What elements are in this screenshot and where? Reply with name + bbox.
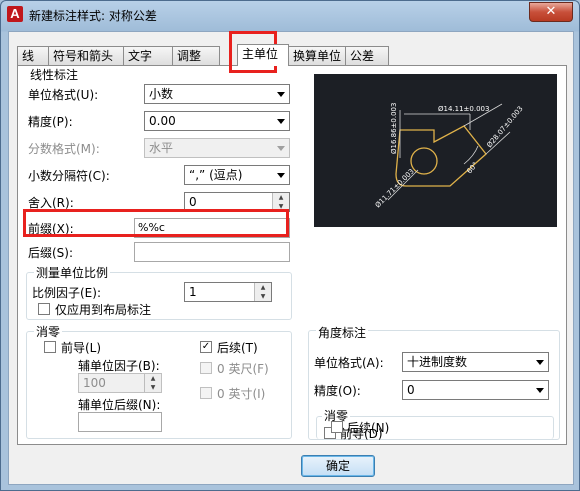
fraction-format-select[interactable]: 水平 [144, 138, 290, 158]
angle-trailing-label: 后续(N) [347, 421, 390, 435]
title-bar[interactable]: A 新建标注样式: 对称公差 ✕ [1, 1, 579, 31]
tab-symbols-arrows[interactable]: 符号和箭头 [48, 46, 124, 65]
tab-fit[interactable]: 调整 [172, 46, 220, 65]
angle-unit-format-select[interactable]: 十进制度数 [402, 352, 549, 372]
dim-radius-label: Ø11.71±0.003 [374, 167, 416, 209]
zero-suppression-group-label: 消零 [34, 323, 63, 340]
zero-inches-checkbox[interactable] [200, 387, 212, 399]
sub-unit-factor-label: 辅单位因子(B): [78, 359, 160, 373]
ok-button[interactable]: 确定 [301, 455, 375, 477]
close-button[interactable]: ✕ [529, 2, 573, 22]
scale-factor-spinner[interactable]: 1 ▲ ▼ [184, 282, 272, 302]
round-off-label: 舍入(R): [28, 196, 74, 210]
dim-right-label: Ø28.07±0.003 [485, 105, 524, 150]
precision-select[interactable]: 0.00 [144, 111, 290, 131]
chevron-down-icon [277, 92, 285, 97]
decimal-separator-label: 小数分隔符(C): [28, 169, 110, 183]
dialog-window: A 新建标注样式: 对称公差 ✕ 线 符号和箭头 文字 调整 主单位 换算单位 … [0, 0, 580, 491]
zero-inches-label: 0 英寸(I) [217, 387, 266, 401]
angular-group-label: 角度标注 [316, 324, 369, 341]
tab-tolerances[interactable]: 公差 [345, 46, 389, 65]
leading-zero-label: 前导(L) [61, 341, 102, 355]
linear-group-label: 线性标注 [28, 66, 81, 83]
part-hole [410, 147, 438, 175]
suffix-input[interactable] [134, 242, 290, 262]
chevron-down-icon [536, 360, 544, 365]
tab-text[interactable]: 文字 [123, 46, 173, 65]
tab-alternate-units[interactable]: 换算单位 [288, 46, 346, 65]
round-off-spinner[interactable]: 0 ▲ ▼ [184, 192, 290, 212]
chevron-down-icon [277, 119, 285, 124]
zero-feet-checkbox[interactable] [200, 362, 212, 374]
chevron-down-icon [277, 146, 285, 151]
autocad-logo-icon: A [7, 6, 23, 22]
spinner-buttons[interactable]: ▲ ▼ [144, 374, 161, 392]
trailing-zero-label: 后续(T) [217, 341, 258, 355]
scale-group-label: 测量单位比例 [34, 264, 111, 281]
suffix-label: 后缀(S): [28, 246, 74, 260]
angle-precision-select[interactable]: 0 [402, 380, 549, 400]
layout-only-label: 仅应用到布局标注 [55, 303, 152, 317]
precision-label: 精度(P): [28, 115, 73, 129]
preview-drawing: Ø14.11±0.003 Ø16.86±0.003 Ø28.07±0.003 6… [374, 103, 525, 210]
sub-unit-suffix-label: 辅单位后缀(N): [78, 398, 161, 412]
unit-format-label: 单位格式(U): [28, 88, 99, 102]
trailing-zero-checkbox[interactable]: ✓ [200, 341, 212, 353]
window-title: 新建标注样式: 对称公差 [29, 9, 157, 23]
leading-zero-checkbox[interactable] [44, 341, 56, 353]
prefix-input[interactable]: %%c [134, 218, 290, 238]
angle-unit-format-label: 单位格式(A): [314, 356, 384, 370]
layout-only-checkbox[interactable] [38, 303, 50, 315]
sub-unit-factor-spinner[interactable]: 100 ▲ ▼ [78, 373, 162, 393]
spinner-buttons[interactable]: ▲ ▼ [272, 193, 289, 211]
zero-feet-label: 0 英尺(F) [217, 362, 269, 376]
angle-precision-label: 精度(O): [314, 384, 361, 398]
dim-top-label: Ø14.11±0.003 [438, 105, 489, 113]
dim-angle-label: 60° [465, 161, 479, 176]
tab-lines[interactable]: 线 [17, 46, 49, 65]
prefix-label: 前缀(X): [28, 222, 74, 236]
dialog-client: 线 符号和箭头 文字 调整 主单位 换算单位 公差 线性标注 单位格式(U): … [8, 31, 574, 485]
unit-format-select[interactable]: 小数 [144, 84, 290, 104]
spinner-buttons[interactable]: ▲ ▼ [254, 283, 271, 301]
tab-panel-primary-units: 线性标注 单位格式(U): 小数 精度(P): 0.00 分数格式(M): 水平… [17, 65, 567, 445]
chevron-down-icon [277, 173, 285, 178]
tab-primary-units[interactable]: 主单位 [237, 44, 289, 66]
scale-factor-label: 比例因子(E): [32, 286, 101, 300]
chevron-down-icon [536, 388, 544, 393]
dim-left-label: Ø16.86±0.003 [390, 103, 398, 154]
decimal-separator-select[interactable]: “,” (逗点) [184, 165, 290, 185]
sub-unit-suffix-input[interactable] [78, 412, 162, 432]
fraction-format-label: 分数格式(M): [28, 142, 100, 156]
preview-pane: Ø14.11±0.003 Ø16.86±0.003 Ø28.07±0.003 6… [314, 74, 557, 227]
angle-trailing-checkbox[interactable] [331, 421, 343, 433]
